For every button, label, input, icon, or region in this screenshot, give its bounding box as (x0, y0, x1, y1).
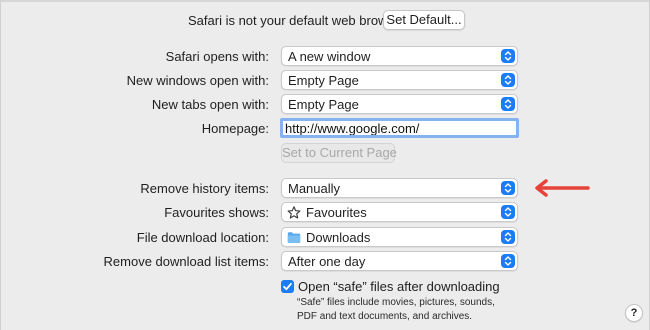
file-download-location-label: File download location: (136, 230, 269, 245)
annotation-arrow-icon (535, 179, 590, 197)
toolbar-divider (1, 0, 650, 2)
homepage-input[interactable] (283, 121, 515, 135)
new-windows-open-with-label: New windows open with: (126, 73, 269, 88)
set-to-current-page-button[interactable]: Set to Current Page (281, 143, 397, 163)
star-icon (287, 206, 301, 219)
new-windows-open-with-value: Empty Page (288, 73, 359, 88)
safari-opens-with-value: A new window (288, 49, 371, 64)
folder-icon (287, 232, 301, 243)
file-download-location-value: Downloads (306, 230, 371, 245)
general-preferences-pane: Safari is not your default web browser. … (0, 0, 650, 330)
default-browser-message: Safari is not your default web browser. (188, 13, 409, 28)
safe-files-description-line: PDF and text documents, and archives. (297, 311, 473, 322)
safari-opens-with-label: Safari opens with: (165, 49, 269, 64)
checkmark-icon (283, 282, 292, 291)
remove-history-items-value: Manually (288, 181, 341, 196)
remove-download-list-items-select[interactable]: After one day (281, 251, 518, 271)
homepage-field[interactable] (280, 118, 519, 138)
favourites-shows-value: Favourites (306, 205, 367, 220)
remove-download-list-items-label: Remove download list items: (103, 254, 269, 269)
new-tabs-open-with-select[interactable]: Empty Page (281, 94, 518, 114)
stepper-chevrons-icon (501, 254, 515, 268)
stepper-chevrons-icon (501, 181, 515, 195)
open-safe-files-label[interactable]: Open “safe” files after downloading (298, 279, 500, 294)
favourites-shows-label: Favourites shows: (164, 205, 269, 220)
file-download-location-select[interactable]: Downloads (281, 227, 518, 247)
set-default-button[interactable]: Set Default... (383, 10, 465, 30)
safari-opens-with-select[interactable]: A new window (281, 46, 518, 66)
stepper-chevrons-icon (501, 97, 515, 111)
stepper-chevrons-icon (501, 205, 515, 219)
new-tabs-open-with-label: New tabs open with: (151, 97, 269, 112)
remove-history-items-label: Remove history items: (140, 181, 269, 196)
safe-files-description: “Safe” files include movies, pictures, s… (297, 296, 495, 324)
favourites-shows-select[interactable]: Favourites (281, 202, 518, 222)
open-safe-files-checkbox[interactable] (281, 280, 294, 293)
help-button[interactable]: ? (625, 304, 643, 322)
stepper-chevrons-icon (501, 73, 515, 87)
remove-history-items-select[interactable]: Manually (281, 178, 518, 198)
stepper-chevrons-icon (501, 230, 515, 244)
homepage-label: Homepage: (201, 121, 269, 136)
safe-files-description-line: “Safe” files include movies, pictures, s… (297, 297, 495, 308)
stepper-chevrons-icon (501, 49, 515, 63)
remove-download-list-items-value: After one day (288, 254, 366, 269)
new-windows-open-with-select[interactable]: Empty Page (281, 70, 518, 90)
new-tabs-open-with-value: Empty Page (288, 97, 359, 112)
